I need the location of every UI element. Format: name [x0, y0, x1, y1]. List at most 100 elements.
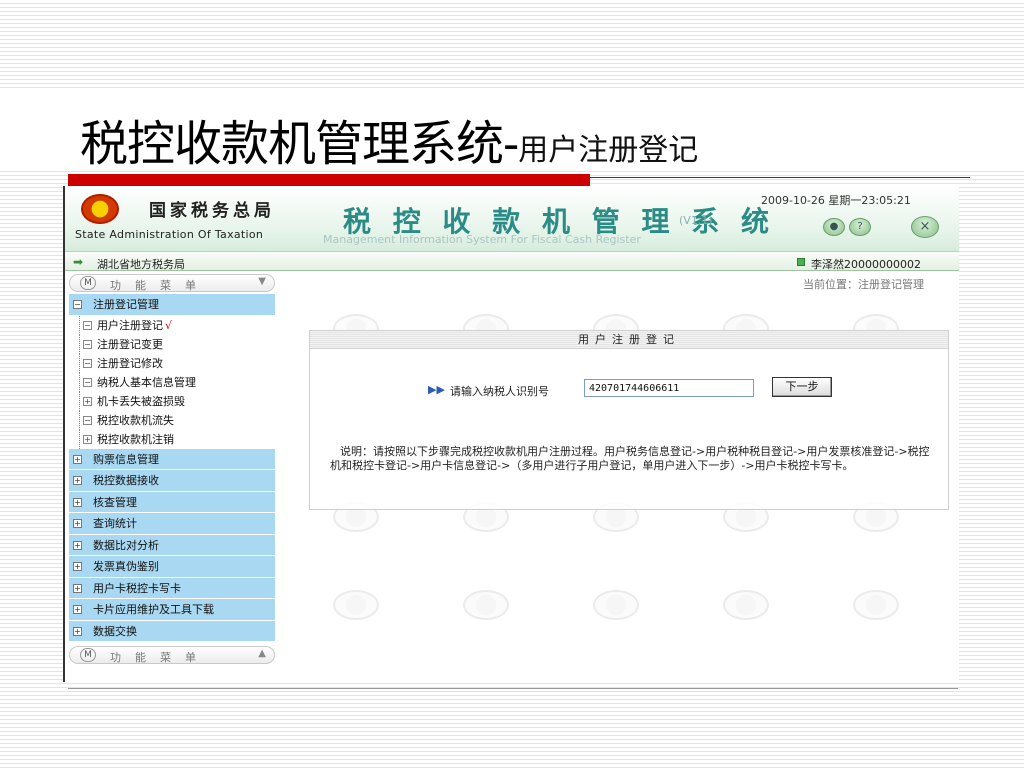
current-user: 李泽然20000000002 [811, 258, 921, 271]
tree-line [79, 353, 80, 373]
menu-item-machine-loss[interactable]: − 税控收款机流失 [69, 410, 275, 430]
menu-item-taxpayer-info[interactable]: − 纳税人基本信息管理 [69, 372, 275, 392]
expand-icon: + [73, 476, 82, 485]
menu-group-label: 数据交换 [93, 624, 137, 638]
menu-group-audit[interactable]: + 核查管理 [69, 491, 275, 513]
tax-emblem-logo [81, 194, 119, 224]
menu-group-label: 数据比对分析 [93, 538, 159, 552]
menu-item-registration-change[interactable]: − 注册登记变更 [69, 334, 275, 354]
menu-item-label: 注册登记修改 [97, 356, 163, 370]
menu-header-top[interactable]: M 功能菜单 ▼ [69, 274, 275, 292]
expand-icon: + [73, 605, 82, 614]
tree-line [79, 391, 80, 411]
breadcrumb: 当前位置：注册登记管理 [803, 278, 924, 291]
menu-item-user-registration[interactable]: − 用户注册登记 √ [69, 315, 275, 335]
menu-group-query[interactable]: + 查询统计 [69, 513, 275, 535]
tree-line [79, 315, 80, 335]
menu-item-label: 税控收款机流失 [97, 413, 174, 427]
menu-header-bottom[interactable]: M 功能菜单 ▲ [69, 646, 275, 664]
app-header: 国家税务总局 State Administration Of Taxation … [65, 186, 959, 252]
expand-icon: + [83, 396, 92, 406]
menu-group-label: 用户卡税控卡写卡 [93, 581, 181, 595]
menu-group-label: 查询统计 [93, 517, 137, 530]
chevron-up-icon: ▲ [258, 648, 266, 659]
menu-m-icon: M [80, 276, 96, 290]
expand-icon: + [73, 519, 82, 528]
menu-group-label: 注册登记管理 [93, 298, 159, 311]
org-name-en: State Administration Of Taxation [75, 228, 264, 241]
collapse-icon: − [83, 320, 92, 330]
menu-item-label: 纳税人基本信息管理 [97, 375, 196, 389]
expand-icon: + [73, 583, 82, 593]
title-rule-line [590, 177, 970, 178]
checkmark-icon: √ [165, 318, 173, 332]
menu-group-card-tools[interactable]: + 卡片应用维护及工具下载 [69, 599, 275, 621]
tree-line [79, 410, 80, 430]
system-title-en: Management Information System For Fiscal… [323, 233, 641, 246]
expand-icon: + [73, 454, 82, 464]
slide-bottom-line [68, 688, 958, 689]
collapse-icon: − [83, 358, 92, 368]
slide-title-sub: 用户注册登记 [518, 133, 699, 168]
help-icon[interactable]: ? [849, 218, 871, 236]
tree-line [79, 372, 80, 392]
collapse-icon: − [73, 300, 82, 309]
collapse-icon: − [83, 339, 92, 349]
lock-icon[interactable]: ● [823, 218, 845, 236]
location-bar: ➡ 湖北省地方税务局 李泽然20000000002 [65, 253, 959, 271]
menu-group-ticket-purchase[interactable]: + 购票信息管理 [69, 448, 275, 470]
expand-icon: + [73, 562, 82, 571]
menu-item-card-loss[interactable]: + 机卡丢失被盗损毁 [69, 391, 275, 411]
menu-item-label: 注册登记变更 [97, 337, 163, 351]
expand-icon: + [73, 497, 82, 507]
menu-group-data-exchange[interactable]: + 数据交换 [69, 620, 275, 642]
emblem-watermark-icon [333, 590, 379, 620]
chevron-down-icon: ▼ [258, 276, 266, 287]
registration-panel: 用户注册登记 ▶▶ 请输入纳税人识别号 下一步 说明：请按照以下步骤完成税控收款… [309, 330, 949, 510]
menu-item-label: 机卡丢失被盗损毁 [97, 394, 185, 408]
menu-group-label: 核查管理 [93, 495, 137, 509]
menu-group-registration[interactable]: − 注册登记管理 [69, 294, 275, 316]
menu-group-invoice-verify[interactable]: + 发票真伪鉴别 [69, 556, 275, 578]
title-rule-bar [68, 174, 590, 186]
instruction-note: 说明：请按照以下步骤完成税控收款机用户注册过程。用户税务信息登记->用户税种税目… [330, 445, 930, 472]
menu-item-label: 税控收款机注销 [97, 432, 174, 446]
collapse-icon: − [83, 415, 92, 425]
menu-group-data-receive[interactable]: + 税控数据接收 [69, 470, 275, 492]
slide-title-main: 税控收款机管理系统- [80, 116, 519, 172]
menu-group-label: 卡片应用维护及工具下载 [93, 603, 214, 616]
menu-header-label: 功能菜单 [110, 279, 210, 292]
menu-group-data-compare[interactable]: + 数据比对分析 [69, 534, 275, 556]
emblem-watermark-icon [853, 590, 899, 620]
taxpayer-id-input[interactable] [584, 379, 754, 397]
emblem-watermark-icon [593, 590, 639, 620]
function-menu: M 功能菜单 ▼ − 注册登记管理 − 用户注册登记√ − 注册登记变更 − [65, 272, 277, 682]
next-step-button[interactable]: 下一步 [772, 377, 832, 397]
expand-icon: + [73, 540, 82, 550]
green-square-icon [797, 258, 805, 266]
emblem-watermark-icon [463, 590, 509, 620]
menu-body: − 注册登记管理 − 用户注册登记√ − 注册登记变更 − 注册登记修改 − [69, 294, 275, 642]
menu-item-registration-edit[interactable]: − 注册登记修改 [69, 353, 275, 373]
menu-item-machine-cancel[interactable]: + 税控收款机注销 [69, 429, 275, 449]
expand-icon: + [83, 434, 92, 444]
emblem-watermark-icon [723, 590, 769, 620]
menu-header-label: 功能菜单 [110, 651, 210, 664]
menu-group-label: 购票信息管理 [93, 452, 159, 466]
menu-group-card-write[interactable]: + 用户卡税控卡写卡 [69, 577, 275, 599]
tree-line [79, 334, 80, 354]
close-icon[interactable]: × [911, 216, 939, 238]
taxpayer-id-label: 请输入纳税人识别号 [450, 385, 549, 398]
menu-group-label: 税控数据接收 [93, 474, 159, 487]
arrow-right-icon: ➡ [73, 255, 84, 269]
menu-item-label: 用户注册登记 [97, 318, 163, 332]
office-name: 湖北省地方税务局 [97, 258, 185, 271]
menu-group-label: 发票真伪鉴别 [93, 560, 159, 573]
menu-m-icon: M [80, 648, 96, 662]
header-datetime: 2009-10-26 星期一23:05:21 [761, 194, 911, 207]
app-screenshot: 国家税务总局 State Administration Of Taxation … [63, 186, 959, 682]
collapse-icon: − [83, 377, 92, 387]
system-version: (V1.1) [679, 214, 713, 227]
slide-title: 税控收款机管理系统-用户注册登记 [80, 104, 699, 174]
expand-icon: + [73, 626, 82, 636]
